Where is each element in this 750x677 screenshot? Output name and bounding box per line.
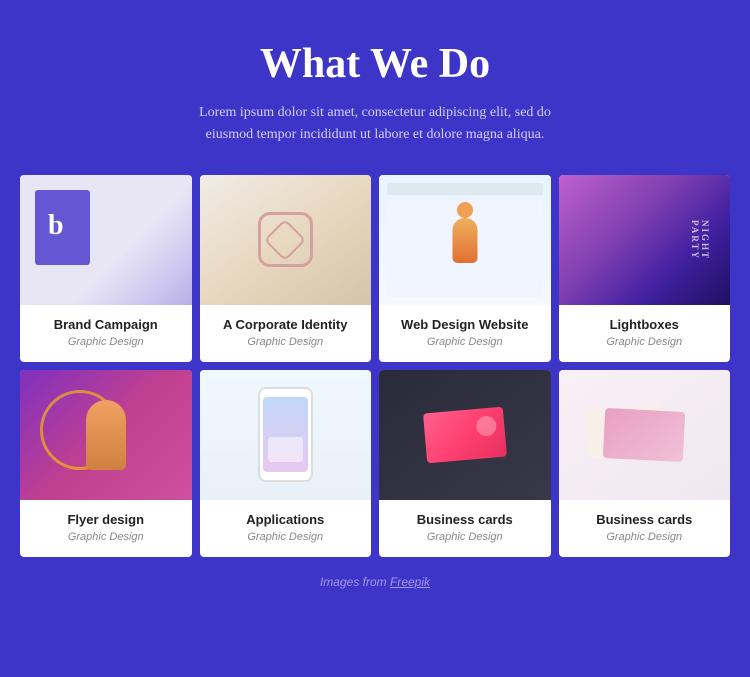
card-subtitle-business-cards-1: Graphic Design — [389, 531, 541, 543]
card-title-brand-campaign: Brand Campaign — [30, 317, 182, 332]
page-wrapper: What We Do Lorem ipsum dolor sit amet, c… — [0, 0, 750, 609]
card-title-corporate-identity: A Corporate Identity — [210, 317, 362, 332]
card-business-cards-2[interactable]: Business cards Graphic Design — [559, 370, 731, 557]
portfolio-grid: Brand CampaignGraphic DesignA Corporate … — [20, 175, 730, 557]
card-subtitle-lightboxes: Graphic Design — [569, 336, 721, 348]
section-title: What We Do — [20, 40, 730, 88]
footer-text: Images from — [320, 575, 390, 589]
section-header: What We Do Lorem ipsum dolor sit amet, c… — [20, 40, 730, 147]
section-description: Lorem ipsum dolor sit amet, consectetur … — [185, 102, 565, 147]
card-title-flyer-design: Flyer design — [30, 512, 182, 527]
card-image-web-design — [379, 175, 551, 305]
card-web-design[interactable]: Web Design Website Graphic Design — [379, 175, 551, 362]
card-image-business-cards-2 — [559, 370, 731, 500]
card-lightboxes[interactable]: Lightboxes Graphic Design — [559, 175, 731, 362]
card-applications[interactable]: Applications Graphic Design — [200, 370, 372, 557]
footer-attribution: Images from Freepik — [20, 575, 730, 589]
card-image-lightboxes — [559, 175, 731, 305]
card-image-applications — [200, 370, 372, 500]
freepik-link[interactable]: Freepik — [390, 575, 430, 589]
card-title-business-cards-2: Business cards — [569, 512, 721, 527]
card-corporate-identity[interactable]: A Corporate Identity Graphic Design — [200, 175, 372, 362]
card-subtitle-applications: Graphic Design — [210, 531, 362, 543]
card-subtitle-brand-campaign: Graphic Design — [30, 336, 182, 348]
card-subtitle-flyer-design: Graphic Design — [30, 531, 182, 543]
card-subtitle-web-design: Graphic Design — [389, 336, 541, 348]
card-subtitle-corporate-identity: Graphic Design — [210, 336, 362, 348]
card-business-cards-1[interactable]: Business cards Graphic Design — [379, 370, 551, 557]
card-flyer-design[interactable]: Flyer design Graphic Design — [20, 370, 192, 557]
card-title-lightboxes: Lightboxes — [569, 317, 721, 332]
card-title-business-cards-1: Business cards — [389, 512, 541, 527]
card-image-flyer-design — [20, 370, 192, 500]
card-title-applications: Applications — [210, 512, 362, 527]
card-title-web-design: Web Design Website — [389, 317, 541, 332]
card-image-brand-campaign — [20, 175, 192, 305]
card-brand-campaign[interactable]: Brand Campaign Graphic Design — [20, 175, 192, 362]
card-image-corporate-identity — [200, 175, 372, 305]
card-subtitle-business-cards-2: Graphic Design — [569, 531, 721, 543]
card-image-business-cards-1 — [379, 370, 551, 500]
